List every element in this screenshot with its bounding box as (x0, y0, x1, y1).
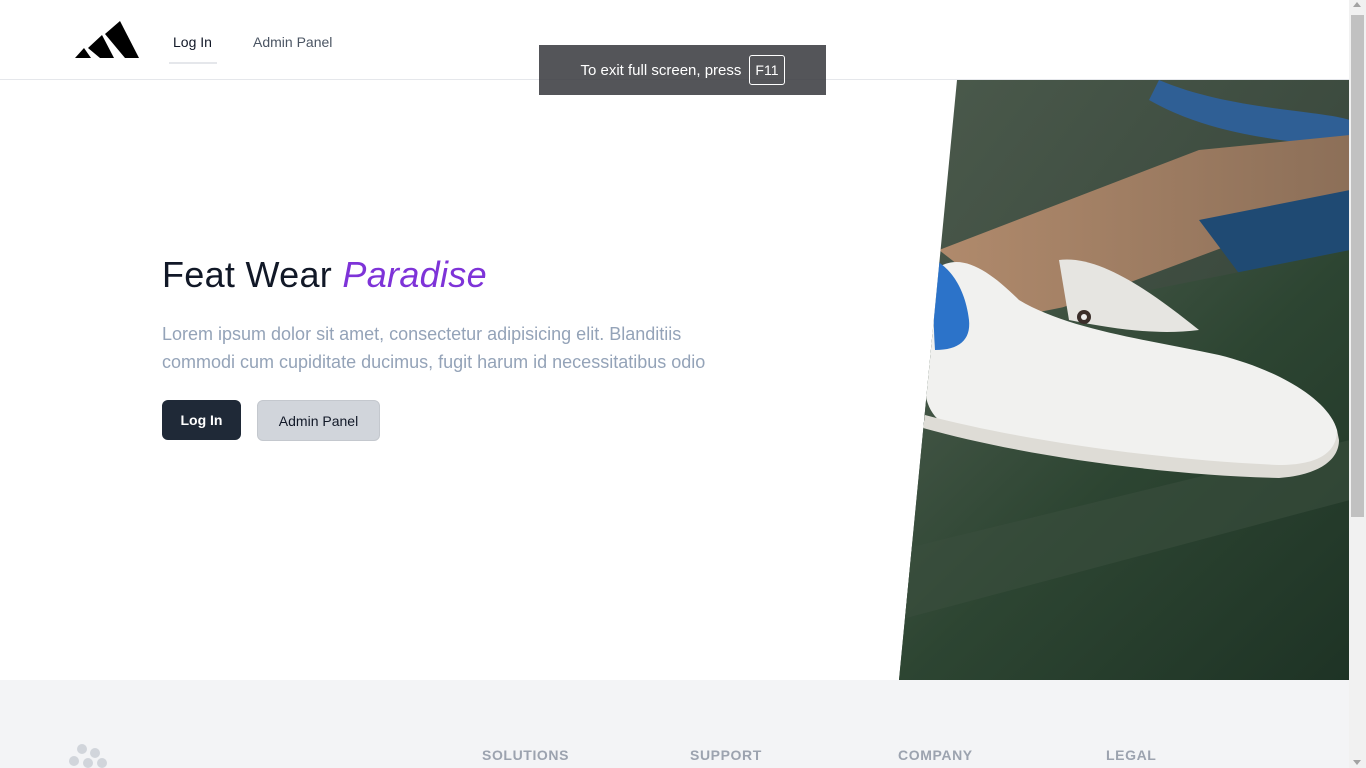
brand-logo-icon[interactable] (75, 20, 139, 60)
nav-login-link[interactable]: Log In (173, 34, 212, 50)
scroll-thumb[interactable] (1351, 15, 1364, 517)
sneaker-photo-icon (899, 80, 1350, 680)
footer-heading-support: SUPPORT (690, 747, 762, 763)
scroll-up-arrow-icon[interactable] (1353, 2, 1361, 7)
sneaker-photo-image (899, 80, 1350, 680)
fullscreen-exit-notice: To exit full screen, press F11 (539, 45, 826, 95)
hero-login-button[interactable]: Log In (162, 400, 241, 440)
footer-heading-solutions: SOLUTIONS (482, 747, 570, 763)
page-scrollbar[interactable] (1349, 0, 1366, 768)
footer-logo-icon (69, 744, 107, 768)
site-footer: SOLUTIONS SUPPORT COMPANY LEGAL (0, 680, 1349, 768)
nav-admin-panel-link[interactable]: Admin Panel (253, 34, 332, 50)
footer-heading-company: COMPANY (898, 747, 973, 763)
hero-title: Feat Wear Paradise (162, 254, 487, 296)
hero-description: Lorem ipsum dolor sit amet, consectetur … (162, 324, 706, 372)
hero-title-plain: Feat Wear (162, 254, 333, 295)
fullscreen-notice-text: To exit full screen, press (580, 61, 742, 79)
active-nav-indicator (169, 62, 217, 64)
hero-title-accent: Paradise (342, 254, 487, 295)
footer-heading-legal: LEGAL (1106, 747, 1157, 763)
scroll-down-arrow-icon[interactable] (1353, 760, 1361, 765)
fullscreen-key-badge: F11 (749, 55, 785, 85)
hero-admin-panel-button[interactable]: Admin Panel (257, 400, 380, 441)
